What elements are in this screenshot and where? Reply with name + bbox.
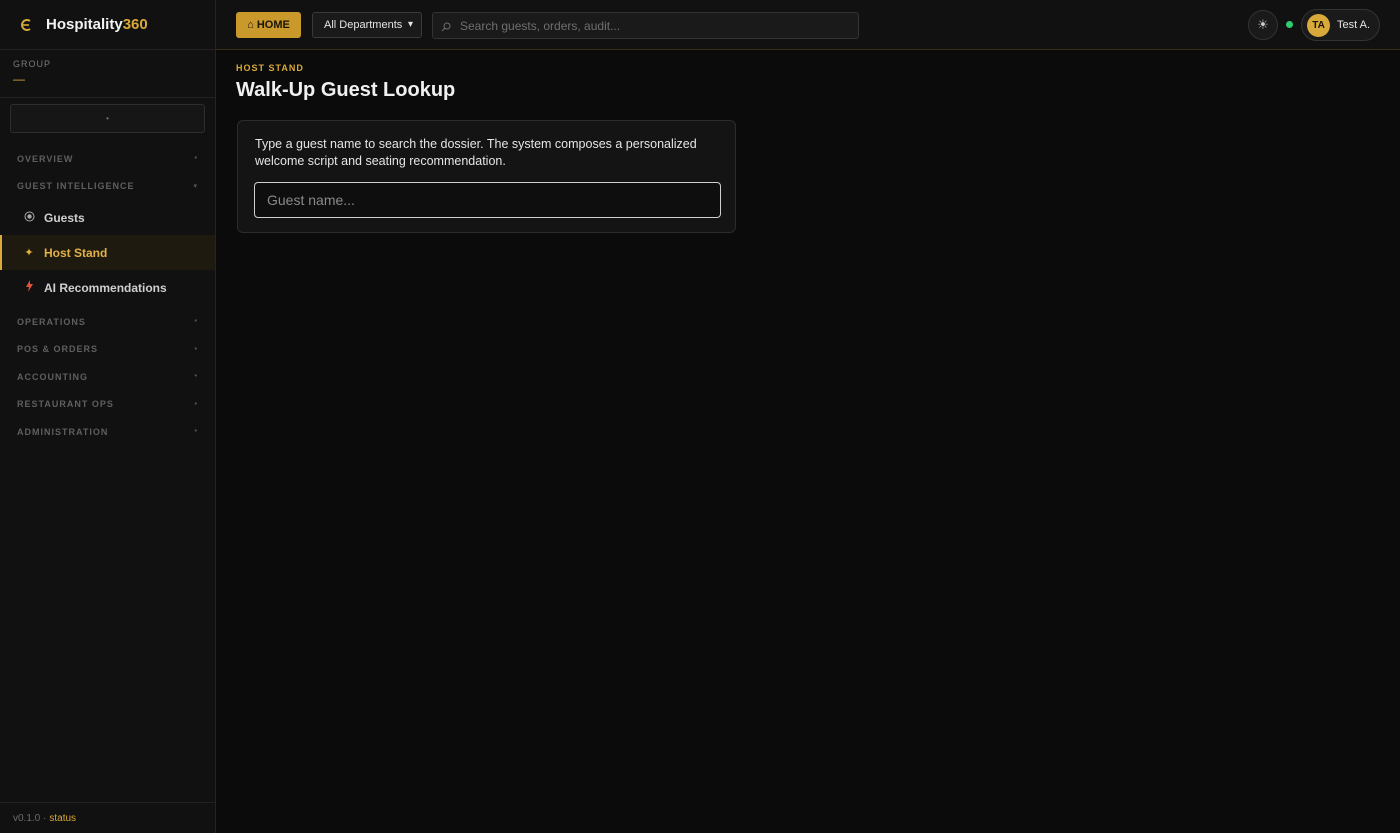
nav-section-label: ACCOUNTING [17, 371, 88, 382]
nav-section-label: OPERATIONS [17, 316, 86, 327]
search-input[interactable] [460, 18, 840, 33]
chevron-down-icon: ▾ [193, 183, 198, 191]
chevron-right-icon: • [194, 400, 198, 408]
online-status-indicator [1286, 21, 1293, 28]
nav-section-administration[interactable]: ADMINISTRATION • [0, 418, 215, 446]
user-name: Test A. [1337, 19, 1371, 31]
nav-section-label: POS & ORDERS [17, 344, 99, 355]
nav-section-label: OVERVIEW [17, 153, 74, 164]
nav-section-operations[interactable]: OPERATIONS • [0, 308, 215, 336]
avatar: TA [1307, 13, 1330, 37]
chevron-right-icon: • [194, 155, 198, 163]
global-search[interactable] [432, 12, 859, 39]
search-icon [441, 21, 451, 31]
guest-name-input[interactable] [254, 182, 721, 218]
nav-section-label: RESTAURANT OPS [17, 399, 114, 410]
sparkle-icon: ✦ [24, 247, 34, 259]
logo-icon [18, 17, 34, 33]
sidebar-footer: v0.1.0 · status [0, 802, 215, 833]
page-title: Walk-Up Guest Lookup [236, 79, 456, 101]
lookup-description: Type a guest name to search the dossier.… [255, 137, 697, 168]
status-link[interactable]: status [49, 813, 76, 824]
sidebar-item-label: AI Recommendations [44, 280, 167, 295]
nav-section-label: ADMINISTRATION [17, 426, 109, 437]
home-button[interactable]: ⌂ HOME [236, 12, 301, 38]
brand-name: Hospitality360 [46, 16, 148, 33]
nav-section-restaurant-ops[interactable]: RESTAURANT OPS • [0, 391, 215, 419]
nav-section-accounting[interactable]: ACCOUNTING • [0, 363, 215, 391]
group-value: — [13, 72, 25, 86]
chevron-right-icon: • [194, 373, 198, 381]
sidebar-item-label: Guests [44, 210, 85, 225]
nav-section-pos-orders[interactable]: POS & ORDERS • [0, 336, 215, 364]
brand[interactable]: Hospitality360 [0, 0, 215, 50]
version-text: v0.1.0 · [13, 812, 47, 824]
sidebar-item-guests[interactable]: Guests [0, 200, 215, 235]
main-content: HOST STAND Walk-Up Guest Lookup Type a g… [216, 50, 1400, 833]
sidebar-item-label: Host Stand [44, 245, 108, 260]
group-selector[interactable]: • [10, 104, 205, 133]
brand-accent: 360 [122, 16, 148, 33]
nav-section-guest-intelligence[interactable]: GUEST INTELLIGENCE ▾ [0, 173, 215, 201]
department-select[interactable]: All Departments ▾ [312, 12, 422, 38]
guest-lookup-card: Type a guest name to search the dossier.… [237, 120, 736, 233]
chevron-right-icon: • [194, 428, 198, 436]
eye-icon [22, 211, 36, 225]
group-label: GROUP [13, 59, 52, 69]
dot-icon: • [106, 114, 109, 123]
theme-toggle-button[interactable]: ☀ [1248, 10, 1278, 40]
sidebar: Hospitality360 GROUP — • OVERVIEW • GUES… [0, 0, 216, 833]
group-block: GROUP — [0, 50, 215, 98]
user-menu[interactable]: TA Test A. [1301, 9, 1380, 41]
sidebar-nav: OVERVIEW • GUEST INTELLIGENCE ▾ Guests ✦… [0, 145, 215, 446]
bolt-icon [22, 280, 36, 295]
page-eyebrow: HOST STAND [236, 63, 304, 73]
chevron-down-icon: ▾ [407, 19, 413, 30]
sidebar-item-ai-recommendations[interactable]: AI Recommendations [0, 270, 215, 305]
chevron-right-icon: • [194, 318, 198, 326]
nav-section-label: GUEST INTELLIGENCE [17, 181, 135, 192]
sidebar-item-host-stand[interactable]: ✦ Host Stand [0, 235, 215, 270]
department-value: All Departments [324, 19, 403, 31]
nav-section-overview[interactable]: OVERVIEW • [0, 145, 215, 173]
sun-icon: ☀ [1257, 17, 1269, 32]
topbar: ⌂ HOME All Departments ▾ ☀ TA Test A. [216, 0, 1400, 50]
chevron-right-icon: • [194, 345, 198, 353]
